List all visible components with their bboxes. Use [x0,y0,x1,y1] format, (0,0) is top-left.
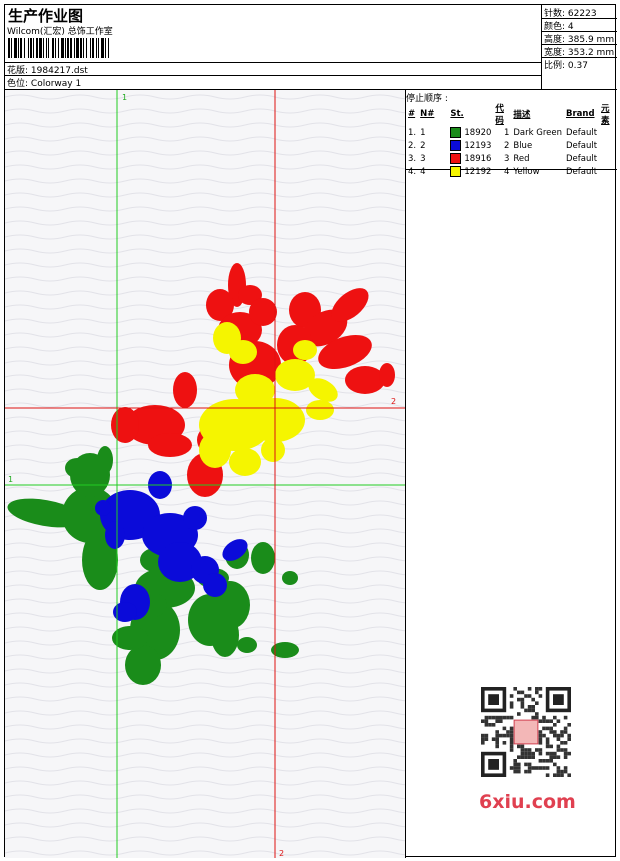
table-header-row: # N# St. 代码 描述 Brand 元素 [406,102,617,126]
col-header: 代码 [495,104,504,126]
col-header: # [408,109,416,119]
stat-value: 0.37 [567,61,588,71]
row-description: Red [513,153,530,164]
row-needle: 3 [420,153,426,164]
row-element [599,152,617,165]
color-swatch [450,153,462,164]
row-index: 1. [408,127,417,138]
row-brand: Default [565,127,598,138]
col-header: 元素 [601,104,610,126]
watermark-logo: 6xiu.com [479,791,576,813]
col-header: St. [450,109,464,119]
row-stitches: 18920 [464,128,492,138]
color-swatch [450,166,462,177]
row-brand: Default [565,166,598,177]
row-stitches-cell: 12193 [448,139,493,152]
row-description: Blue [513,140,533,151]
row-code: 1 [503,127,510,138]
qr-code-image [481,687,571,777]
qr-code [471,683,583,783]
row-description: Dark Green [513,127,562,138]
colorway-label: 色位: [7,79,29,89]
row-element [599,165,617,178]
guide-label-v-green: 1 [122,93,127,102]
row-index: 3. [408,153,417,164]
row-brand: Default [565,140,598,151]
col-header: 描述 [513,110,531,120]
header-panel: 生产作业图 Wilcom(汇宏) 总饰工作室 花版: 1984217.dst 色… [5,5,542,90]
guide-label-h-red: 2 [391,397,396,406]
production-sheet: 生产作业图 Wilcom(汇宏) 总饰工作室 花版: 1984217.dst 色… [4,4,617,858]
color-swatch [450,127,462,138]
row-needle: 2 [420,140,426,151]
row-brand: Default [565,153,598,164]
color-swatch [450,140,462,151]
row-index: 4. [408,166,417,177]
table-row: 3. 3 18916 3 Red Default [406,152,617,165]
guide-label-v-red: 2 [279,849,284,858]
row-description: Yellow [513,166,540,177]
table-row: 2. 2 12193 2 Blue Default [406,139,617,152]
barcode [8,38,142,58]
row-needle: 4 [420,166,426,177]
col-header: Brand [565,109,595,119]
row-index: 2. [408,140,417,151]
qr-finder [488,694,499,705]
colorway-value: Colorway 1 [30,79,82,89]
row-stitches-cell: 18916 [448,152,493,165]
row-code: 4 [503,166,510,177]
table-row: 1. 1 18920 1 Dark Green Default [406,126,617,139]
divider [5,75,542,76]
row-code: 3 [503,153,510,164]
row-needle: 1 [420,127,426,138]
embroidery-design: 1 1 2 2 [5,90,405,858]
stat-label: 比例: [544,61,566,71]
company-name: Wilcom(汇宏) 总饰工作室 [7,27,113,37]
row-stitches-cell: 18920 [448,126,493,139]
table-row: 4. 4 12192 4 Yellow Default [406,165,617,178]
row-stitches-cell: 12192 [448,165,493,178]
design-preview: 1 1 2 2 [5,90,406,858]
stop-sequence-table: # N# St. 代码 描述 Brand 元素 1. 1 18920 1 Dark Gr… [406,102,617,178]
stat-scale: 比例: 0.37 [544,58,588,71]
stats-panel: 针数: 62223 颜色: 4 高度: 385.9 mm 宽度: 353.2 m… [542,5,617,90]
row-element [599,139,617,152]
col-header: N# [420,109,435,119]
stop-sequence-panel: 停止顺序 : # N# St. 代码 描述 Brand 元素 1. 1 18920 1… [406,90,617,177]
page-title: 生产作业图 [8,7,84,25]
qr-finder [553,694,564,705]
row-code: 2 [503,140,510,151]
qr-finder [488,759,499,770]
qr-center-badge [513,719,539,745]
row-element [599,126,617,139]
row-stitches: 18916 [464,154,492,164]
row-stitches: 12193 [464,141,492,151]
colorway-info: 色位: Colorway 1 [7,76,81,89]
row-stitches: 12192 [464,167,492,177]
guide-label-h-green: 1 [8,475,13,484]
